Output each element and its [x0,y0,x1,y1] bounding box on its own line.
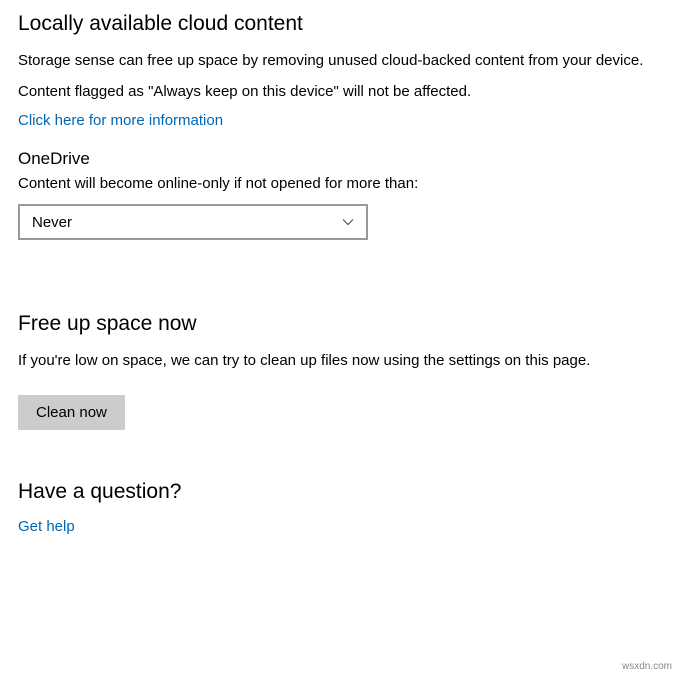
more-info-link[interactable]: Click here for more information [18,112,223,129]
have-question-heading: Have a question? [18,480,662,504]
cloud-content-heading: Locally available cloud content [18,12,662,36]
onedrive-description: Content will become online-only if not o… [18,173,658,194]
free-up-space-description: If you're low on space, we can try to cl… [18,350,658,371]
onedrive-threshold-select[interactable]: Never [18,204,368,240]
onedrive-threshold-value: Never [32,214,72,231]
free-up-space-heading: Free up space now [18,312,662,336]
get-help-link[interactable]: Get help [18,518,75,535]
watermark-text: wsxdn.com [622,661,672,672]
cloud-content-description-2: Content flagged as "Always keep on this … [18,81,658,102]
chevron-down-icon [342,216,354,228]
cloud-content-description-1: Storage sense can free up space by remov… [18,50,658,71]
onedrive-subheading: OneDrive [18,149,662,169]
clean-now-button[interactable]: Clean now [18,395,125,430]
